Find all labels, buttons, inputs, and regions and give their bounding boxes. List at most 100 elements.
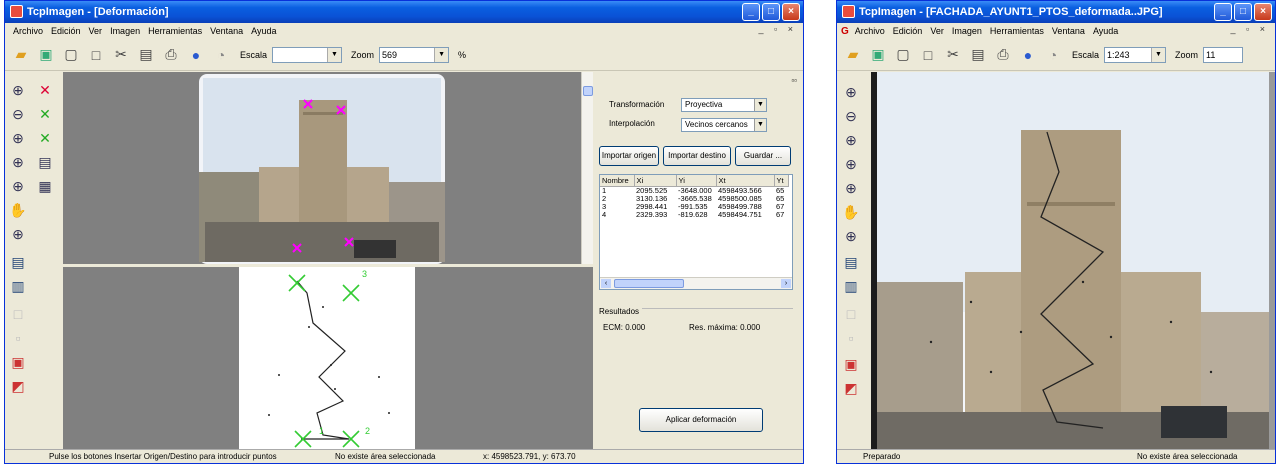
target-points-view[interactable]: 3 1 2 (63, 267, 593, 451)
close-button[interactable]: × (1254, 3, 1272, 21)
menu-ayuda[interactable]: Ayuda (247, 26, 280, 36)
aplicar-deformacion-button[interactable]: Aplicar deformación (639, 408, 763, 432)
cut-icon[interactable]: ✂ (943, 45, 963, 65)
mdi-controls[interactable]: _ ▫ × (759, 24, 797, 34)
list-icon[interactable]: ▥ (841, 276, 861, 296)
menu-ventana[interactable]: Ventana (1048, 26, 1089, 36)
zoom-fit-icon[interactable]: ⊕ (841, 226, 861, 246)
image-icon[interactable]: ▣ (868, 45, 888, 65)
importar-origen-button[interactable]: Importar origen (599, 146, 659, 166)
menu-archivo[interactable]: Archivo (9, 26, 47, 36)
deformed-image-view[interactable] (871, 72, 1275, 451)
zoom-select[interactable]: 11 (1203, 46, 1244, 63)
menu-ayuda[interactable]: Ayuda (1089, 26, 1122, 36)
maximize-button[interactable]: □ (762, 3, 780, 21)
pan-hand-icon[interactable]: ✋ (8, 200, 28, 220)
col-yi[interactable]: Yi (676, 175, 717, 187)
panel-dock-controls[interactable]: ▫▫ (791, 76, 797, 85)
zoom-window-icon[interactable]: ⊕ (8, 128, 28, 148)
menu-herramientas[interactable]: Herramientas (144, 26, 206, 36)
table-icon[interactable]: ▤ (35, 152, 55, 172)
menu-edicion[interactable]: Edición (889, 26, 927, 36)
title-bar[interactable]: TcpImagen - [Deformación] _ □ × (5, 1, 803, 23)
region-icon[interactable]: ▫ (8, 328, 28, 348)
menu-herramientas[interactable]: Herramientas (986, 26, 1048, 36)
zoom-out-icon[interactable]: ⊖ (8, 104, 28, 124)
menu-ver[interactable]: Ver (85, 26, 107, 36)
zoom-all-icon[interactable]: ⊕ (8, 176, 28, 196)
scroll-thumb[interactable] (583, 86, 593, 96)
title-bar[interactable]: TcpImagen - [FACHADA_AYUNT1_PTOS_deforma… (837, 1, 1275, 23)
points-table[interactable]: Nombre Xi Yi Xt Yt 1 2095.525 -3648.000 459… (600, 175, 789, 219)
open-folder-icon[interactable]: ▰ (11, 45, 31, 65)
zoom-all-icon[interactable]: ⊕ (841, 178, 861, 198)
top-vertical-scrollbar[interactable] (581, 72, 593, 264)
menu-imagen[interactable]: Imagen (948, 26, 986, 36)
help-icon[interactable]: ◔ (211, 45, 231, 65)
save-icon[interactable]: ▤ (136, 45, 156, 65)
zoom-select[interactable]: 569 ▼ (379, 46, 450, 63)
zoom-prev-icon[interactable]: ⊕ (8, 152, 28, 172)
pan-hand-icon[interactable]: ✋ (841, 202, 861, 222)
delete-point-icon[interactable]: ✕ (35, 80, 55, 100)
region-icon[interactable]: ▫ (841, 328, 861, 348)
chevron-down-icon[interactable]: ▼ (327, 47, 342, 62)
print-icon[interactable]: ⎙ (161, 45, 181, 65)
cut-icon[interactable]: ✂ (111, 45, 131, 65)
minimize-button[interactable]: _ (742, 3, 760, 21)
select-icon[interactable]: □ (8, 304, 28, 324)
info-icon[interactable]: ● (1018, 45, 1038, 65)
new-doc-icon[interactable]: ▢ (893, 45, 913, 65)
close-button[interactable]: × (782, 3, 800, 21)
draw-icon[interactable]: ◩ (841, 378, 861, 398)
chevron-down-icon[interactable]: ▼ (754, 119, 766, 131)
menu-edicion[interactable]: Edición (47, 26, 85, 36)
paint-icon[interactable]: ▣ (8, 352, 28, 372)
zoom-fit-icon[interactable]: ⊕ (8, 224, 28, 244)
open-folder-icon[interactable]: ▰ (843, 45, 863, 65)
interpolacion-select[interactable]: Vecinos cercanos ▼ (681, 118, 767, 132)
info-icon[interactable]: ● (186, 45, 206, 65)
select-icon[interactable]: □ (841, 304, 861, 324)
layers-icon[interactable]: ▦ (35, 176, 55, 196)
menu-imagen[interactable]: Imagen (106, 26, 144, 36)
scroll-left-arrow[interactable]: ‹ (601, 279, 611, 288)
paint-icon[interactable]: ▣ (841, 354, 861, 374)
add-point-icon[interactable]: ✕ (35, 104, 55, 124)
col-yt[interactable]: Yt (774, 175, 789, 187)
image-icon[interactable]: ▣ (36, 45, 56, 65)
list-icon[interactable]: ▥ (8, 276, 28, 296)
zoom-in-icon[interactable]: ⊕ (8, 80, 28, 100)
table-row[interactable]: 4 2329.393 -819.628 4598494.751 67 (600, 210, 788, 219)
minimize-button[interactable]: _ (1214, 3, 1232, 21)
panel-icon[interactable]: ▤ (8, 252, 28, 272)
draw-icon[interactable]: ◩ (8, 376, 28, 396)
blank-icon[interactable]: □ (86, 45, 106, 65)
save-icon[interactable]: ▤ (968, 45, 988, 65)
new-doc-icon[interactable]: ▢ (61, 45, 81, 65)
col-nombre[interactable]: Nombre (600, 175, 635, 187)
menu-archivo[interactable]: Archivo (851, 26, 889, 36)
help-icon[interactable]: ◔ (1043, 45, 1063, 65)
zoom-window-icon[interactable]: ⊕ (841, 130, 861, 150)
mdi-controls[interactable]: _ ▫ × (1231, 24, 1269, 34)
transformacion-select[interactable]: Proyectiva ▼ (681, 98, 767, 112)
chevron-down-icon[interactable]: ▼ (754, 99, 766, 111)
menu-ventana[interactable]: Ventana (206, 26, 247, 36)
scroll-right-arrow[interactable]: › (781, 279, 791, 288)
chevron-down-icon[interactable]: ▼ (434, 47, 449, 62)
importar-destino-button[interactable]: Importar destino (663, 146, 731, 166)
print-icon[interactable]: ⎙ (993, 45, 1013, 65)
chevron-down-icon[interactable]: ▼ (1151, 47, 1166, 62)
col-xi[interactable]: Xi (634, 175, 677, 187)
guardar-button[interactable]: Guardar ... (735, 146, 791, 166)
escala-select[interactable]: ▼ (272, 46, 343, 63)
zoom-prev-icon[interactable]: ⊕ (841, 154, 861, 174)
zoom-in-icon[interactable]: ⊕ (841, 82, 861, 102)
move-point-icon[interactable]: ✕ (35, 128, 55, 148)
source-image-view[interactable] (63, 72, 593, 264)
menu-ver[interactable]: Ver (926, 26, 948, 36)
scroll-thumb[interactable] (614, 279, 684, 288)
maximize-button[interactable]: □ (1234, 3, 1252, 21)
blank-icon[interactable]: □ (918, 45, 938, 65)
